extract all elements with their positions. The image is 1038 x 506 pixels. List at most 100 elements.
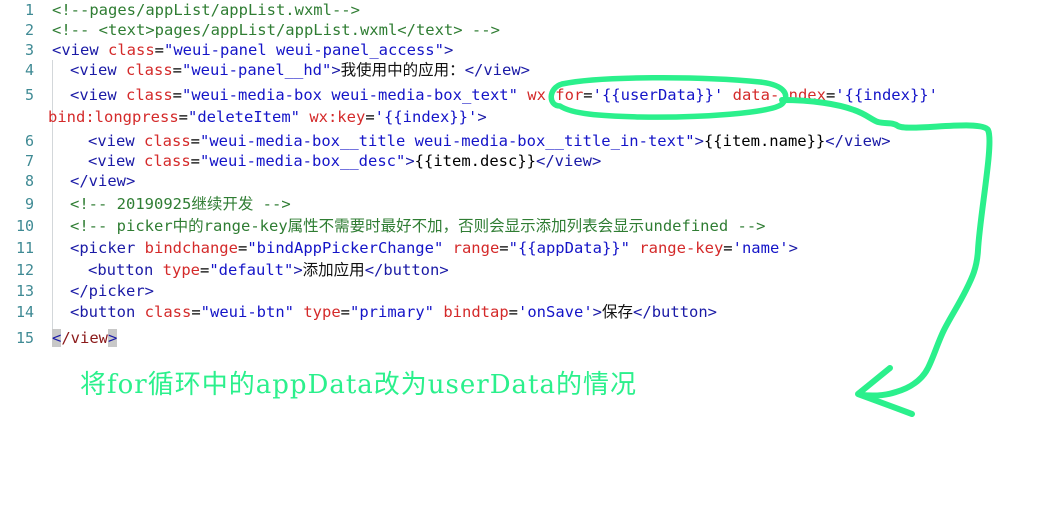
- bracket-match-highlight-close: >: [108, 329, 118, 347]
- comment-token: <!-- <text>pages/appList/appList.wxml</t…: [52, 21, 500, 39]
- equals-token: =: [199, 261, 210, 279]
- line-number: 3: [24, 41, 34, 59]
- line-content: </view>: [52, 328, 118, 348]
- tag-close-token: >: [694, 132, 704, 150]
- line-number: 14: [15, 303, 34, 321]
- line-number: 10: [15, 217, 34, 235]
- comment-token: <!--pages/appList/appList.wxml-->: [52, 1, 360, 19]
- line-number: 6: [24, 132, 34, 150]
- attribute-token: class: [144, 132, 191, 150]
- comment-cjk-token: 属性不需要时最好不加，否则会显示添加列表会显示: [287, 217, 645, 235]
- tag-close-token: >: [477, 108, 487, 126]
- code-line[interactable]: 9 <!-- 20190925继续开发 -->: [0, 194, 1038, 214]
- value-token: "weui-media-box weui-media-box_text": [182, 86, 518, 104]
- code-line[interactable]: 15 </view>: [0, 328, 1038, 348]
- closing-tag-token: </view>: [825, 132, 891, 150]
- line-number: 11: [15, 239, 34, 257]
- value-token: "deleteItem": [188, 108, 300, 126]
- code-editor[interactable]: 1 <!--pages/appList/appList.wxml--> 2 <!…: [0, 0, 1038, 360]
- arrowhead-shape: [855, 365, 915, 417]
- value-token: "weui-media-box__desc": [200, 152, 406, 170]
- value-token: "primary": [350, 303, 435, 321]
- equals-token: =: [172, 86, 183, 104]
- value-token: "weui-panel weui-panel_access": [164, 41, 444, 59]
- code-line[interactable]: 7 <view class="weui-media-box__desc">{{i…: [0, 151, 1038, 171]
- cjk-text-token: 保存: [602, 303, 634, 321]
- range-attribute: range: [443, 239, 500, 257]
- code-line[interactable]: 11 <picker bindchange="bindAppPickerChan…: [0, 238, 1038, 258]
- line-number: 15: [15, 329, 34, 347]
- code-line[interactable]: 4 <view class="weui-panel__hd">我使用中的应用：<…: [0, 60, 1038, 80]
- line-content: </picker>: [70, 281, 154, 301]
- value-token: "bindAppPickerChange": [247, 239, 444, 257]
- value-token: "weui-btn": [200, 303, 294, 321]
- equals-token: =: [340, 303, 351, 321]
- line-number: 13: [15, 282, 34, 300]
- attribute-token: class: [108, 41, 155, 59]
- code-line[interactable]: 12 <button type="default">添加应用</button>: [0, 260, 1038, 280]
- tag-close-token: >: [293, 261, 303, 279]
- value-token: "weui-media-box__title weui-media-box__t…: [200, 132, 695, 150]
- code-line[interactable]: 10 <!-- picker中的range-key属性不需要时最好不加，否则会显…: [0, 216, 1038, 236]
- attribute-token: bind:longpress: [48, 108, 179, 126]
- comment-token: <!-- 20190925: [70, 195, 192, 213]
- attribute-token: class: [144, 152, 191, 170]
- equals-token: =: [178, 108, 188, 126]
- line-content: <view class="weui-media-box__title weui-…: [88, 131, 891, 151]
- code-line[interactable]: 2 <!-- <text>pages/appList/appList.wxml<…: [0, 20, 1038, 40]
- attribute-token: wx:key: [299, 108, 366, 126]
- range-key-value: 'name': [732, 239, 789, 257]
- tag-close-token: >: [405, 152, 415, 170]
- line-content: </view>: [70, 171, 135, 191]
- tag-token: <view: [88, 132, 144, 150]
- value-token: '{{index}}': [835, 86, 938, 104]
- equals-token: =: [172, 61, 183, 79]
- code-line[interactable]: 8 </view>: [0, 171, 1038, 191]
- line-number: 1: [24, 1, 34, 19]
- code-line[interactable]: 3 <view class="weui-panel weui-panel_acc…: [0, 40, 1038, 60]
- tag-token: <button: [70, 303, 145, 321]
- tag-token: <view: [70, 86, 126, 104]
- value-token: "default": [209, 261, 294, 279]
- bindtap-attribute: bindtap: [434, 303, 509, 321]
- line-number: 7: [24, 152, 34, 170]
- code-line[interactable]: 6 <view class="weui-media-box__title weu…: [0, 131, 1038, 151]
- line-number: 12: [15, 261, 34, 279]
- tag-close-token: >: [592, 303, 603, 321]
- code-line[interactable]: 14 <button class="weui-btn" type="primar…: [0, 302, 1038, 322]
- tag-token: <view: [88, 152, 144, 170]
- line-content: <view class="weui-panel__hd">我使用中的应用：</v…: [70, 60, 530, 80]
- cjk-text-token: 我使用中的应用：: [340, 61, 465, 79]
- equals-token: =: [191, 303, 201, 321]
- code-line[interactable]: 5 <view class="weui-media-box weui-media…: [0, 85, 1038, 105]
- tag-close-token: >: [443, 41, 454, 59]
- annotation-caption: 将for循环中的appData改为userData的情况: [80, 370, 637, 400]
- code-line[interactable]: 13 </picker>: [0, 281, 1038, 301]
- equals-token: =: [190, 132, 201, 150]
- attribute-token: type: [294, 303, 341, 321]
- equals-token: =: [154, 41, 165, 59]
- line-content: <view class="weui-media-box__desc">{{ite…: [88, 151, 601, 171]
- closing-tag-token: </view>: [70, 172, 136, 190]
- equals-token: =: [237, 239, 248, 257]
- attribute-token: class: [126, 61, 173, 79]
- value-token: '{{index}}': [374, 108, 478, 126]
- tag-token: <button: [88, 261, 163, 279]
- line-number: 9: [24, 195, 34, 213]
- code-line-wrap[interactable]: bind:longpress="deleteItem" wx:key='{{in…: [0, 107, 1038, 127]
- line-number: 4: [24, 61, 34, 79]
- closing-tag-name: /view: [61, 329, 109, 347]
- line-content: <view class="weui-panel weui-panel_acces…: [52, 40, 453, 60]
- line-content: bind:longpress="deleteItem" wx:key='{{in…: [48, 107, 487, 127]
- tag-token: <view: [52, 41, 108, 59]
- comment-token: range-key: [203, 217, 288, 235]
- attribute-token: class: [126, 86, 173, 104]
- closing-tag-token: </button>: [364, 261, 449, 279]
- equals-token: =: [723, 239, 733, 257]
- code-line[interactable]: 1 <!--pages/appList/appList.wxml-->: [0, 0, 1038, 20]
- line-number: 2: [24, 21, 34, 39]
- cjk-text-token: 添加应用: [302, 261, 365, 279]
- equals-token: =: [508, 303, 519, 321]
- tag-close-token: >: [788, 239, 798, 257]
- tag-token: <picker: [70, 239, 145, 257]
